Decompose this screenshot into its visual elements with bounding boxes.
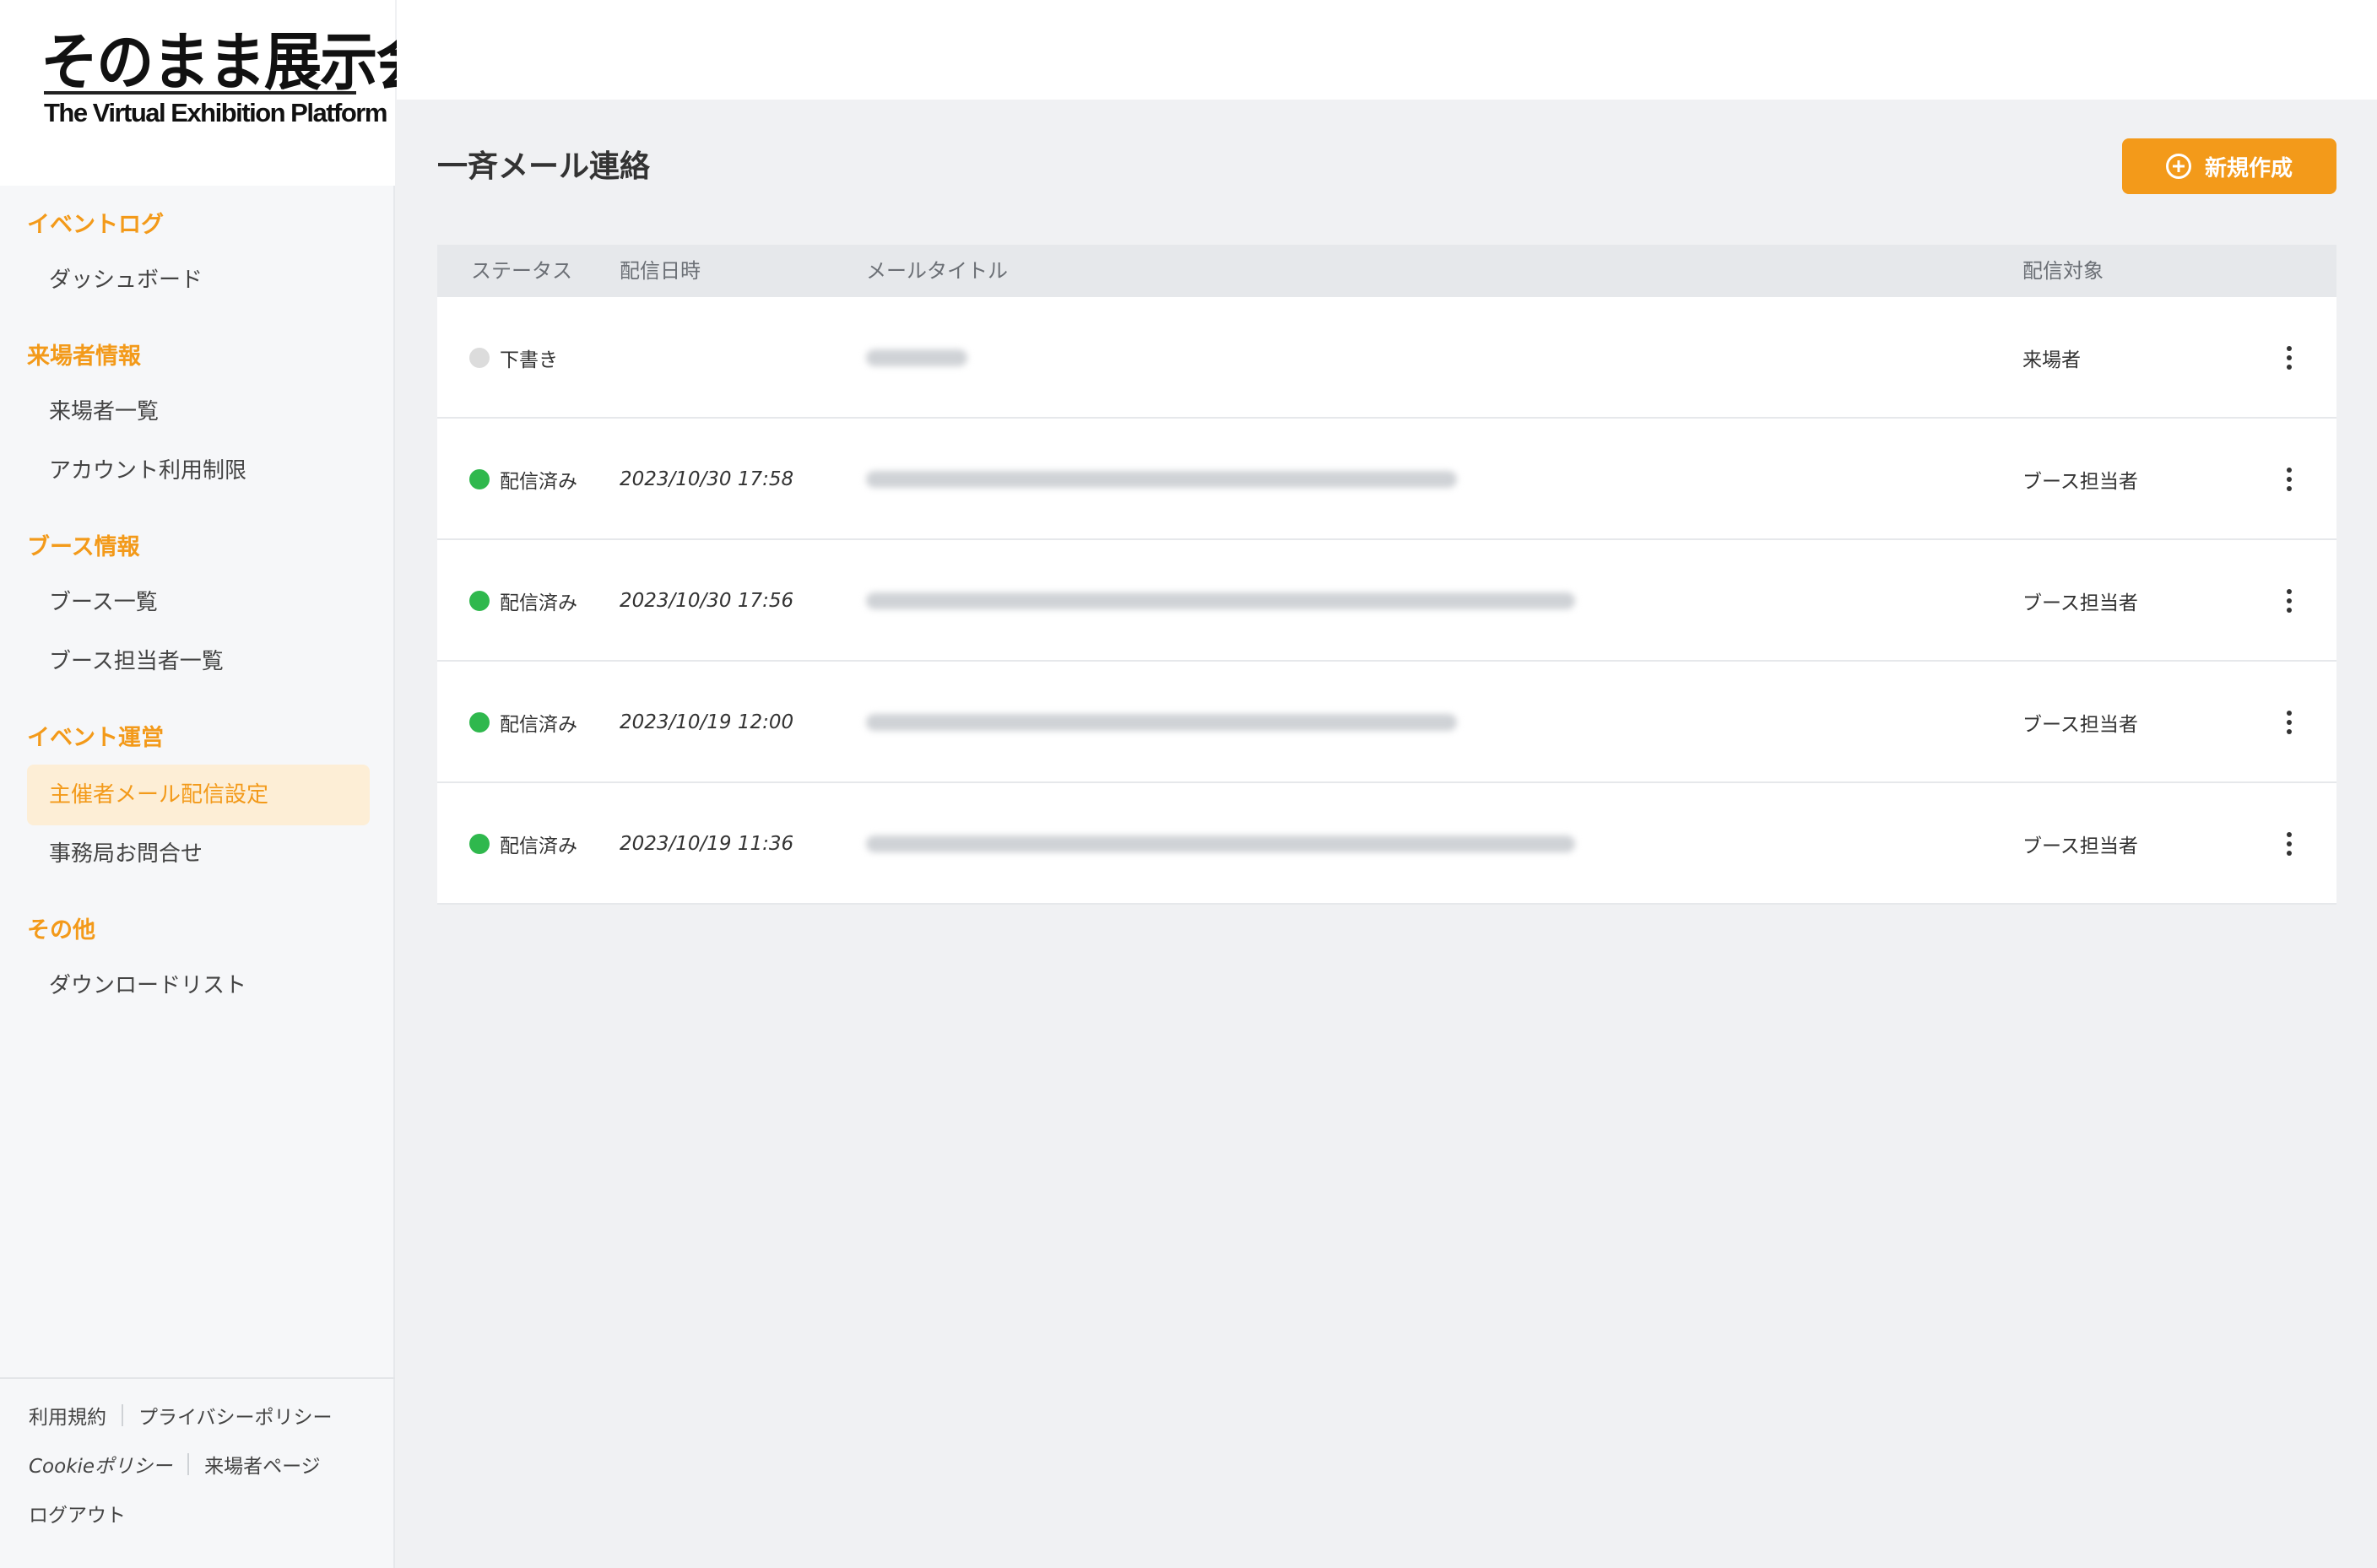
status-dot (469, 348, 490, 368)
target-cell: ブース担当者 (2022, 419, 2138, 540)
sidebar-item-booth-staff-list[interactable]: ブース担当者一覧 (27, 631, 370, 692)
status-cell: 配信済み (469, 419, 577, 540)
status-label: 配信済み (500, 714, 577, 736)
footer-row-3: ログアウト (29, 1499, 126, 1527)
status-dot (469, 591, 490, 611)
sidebar-item-office-inquiry[interactable]: 事務局お問合せ (27, 824, 370, 884)
more-vert-icon[interactable] (2272, 697, 2306, 748)
mail-title-cell[interactable] (866, 297, 967, 419)
page-title: 一斉メール連絡 (437, 149, 651, 184)
sidebar-item-booth-list[interactable]: ブース一覧 (27, 572, 370, 633)
target-label: ブース担当者 (2022, 592, 2138, 614)
column-header-mail-title[interactable]: メールタイトル (866, 245, 1008, 297)
mail-title-blurred (866, 349, 967, 366)
top-bar (397, 0, 2377, 100)
logo[interactable]: そのまま展示会 The Virtual Exhibition Platform (0, 0, 434, 186)
sent-date: 2023/10/30 17:56 (620, 590, 794, 612)
status-cell: 配信済み (469, 662, 577, 783)
column-header-date[interactable]: 配信日時 (620, 245, 701, 297)
sidebar-footer: 利用規約 プライバシーポリシー Cookieポリシー 来場者ページ ログアウト (0, 1377, 395, 1568)
date-cell: 2023/10/30 17:56 (620, 540, 793, 662)
sidebar-item-account-restriction[interactable]: アカウント利用制限 (27, 441, 370, 501)
sidebar: そのまま展示会 The Virtual Exhibition Platform … (0, 0, 434, 1568)
app-root: そのまま展示会 The Virtual Exhibition Platform … (0, 0, 2377, 1568)
mail-title-blurred (866, 471, 1457, 488)
status-label: 配信済み (500, 592, 577, 614)
status-dot (469, 469, 490, 489)
more-vert-icon[interactable] (2272, 454, 2306, 505)
date-cell: 2023/10/19 11:36 (620, 783, 793, 905)
logo-divider (44, 91, 356, 95)
status-label: 下書き (500, 349, 558, 371)
mail-title-blurred (866, 835, 1575, 852)
status-cell: 配信済み (469, 783, 577, 905)
row-menu-cell (2272, 662, 2306, 783)
status-cell: 配信済み (469, 540, 577, 662)
table-row[interactable]: 下書き 来場者 (437, 297, 2336, 419)
mail-table: ステータス 配信日時 メールタイトル 配信対象 下書き 来場者 配信済み 202… (437, 245, 2336, 905)
status-dot (469, 712, 490, 733)
row-menu-cell (2272, 540, 2306, 662)
sidebar-item-download-list[interactable]: ダウンロードリスト (27, 955, 370, 1016)
footer-divider (122, 1404, 123, 1426)
row-menu-cell (2272, 419, 2306, 540)
footer-divider (187, 1453, 190, 1475)
table-row[interactable]: 配信済み 2023/10/30 17:58 ブース担当者 (437, 419, 2336, 540)
mail-title-blurred (866, 714, 1457, 731)
more-vert-icon[interactable] (2272, 333, 2306, 383)
mail-title-cell[interactable] (866, 662, 1457, 783)
status-cell: 下書き (469, 297, 558, 419)
status-dot (469, 834, 490, 854)
nav-section-event-log: イベントログ (27, 212, 164, 238)
table-header: ステータス 配信日時 メールタイトル 配信対象 (437, 245, 2336, 297)
date-cell: 2023/10/19 12:00 (620, 662, 793, 783)
column-header-status[interactable]: ステータス (471, 245, 572, 297)
sidebar-item-visitor-list[interactable]: 来場者一覧 (27, 381, 370, 442)
sent-date: 2023/10/19 11:36 (620, 833, 794, 855)
new-create-button-label: 新規作成 (2204, 155, 2293, 181)
nav-section-other: その他 (27, 917, 95, 944)
cookie-policy-link[interactable]: Cookieポリシー (29, 1450, 172, 1479)
target-cell: ブース担当者 (2022, 783, 2138, 905)
nav-section-event-operation: イベント運営 (27, 725, 164, 751)
logout-link[interactable]: ログアウト (29, 1499, 126, 1527)
new-create-button[interactable]: 新規作成 (2122, 138, 2336, 194)
visitor-page-link[interactable]: 来場者ページ (204, 1450, 321, 1479)
table-row[interactable]: 配信済み 2023/10/30 17:56 ブース担当者 (437, 540, 2336, 662)
sent-date: 2023/10/30 17:58 (620, 468, 794, 490)
target-label: ブース担当者 (2022, 471, 2138, 493)
sent-date: 2023/10/19 12:00 (620, 711, 794, 733)
target-cell: ブース担当者 (2022, 662, 2138, 783)
mail-title-cell[interactable] (866, 540, 1575, 662)
more-vert-icon[interactable] (2272, 819, 2306, 869)
target-label: ブース担当者 (2022, 714, 2138, 736)
terms-link[interactable]: 利用規約 (29, 1401, 106, 1430)
footer-row-2: Cookieポリシー 来場者ページ (29, 1450, 321, 1479)
row-menu-cell (2272, 783, 2306, 905)
mail-title-blurred (866, 592, 1575, 609)
column-header-target[interactable]: 配信対象 (2022, 245, 2104, 297)
mail-title-cell[interactable] (866, 419, 1457, 540)
sidebar-item-dashboard[interactable]: ダッシュボード (27, 250, 370, 311)
logo-subtitle: The Virtual Exhibition Platform (44, 98, 387, 127)
target-cell: 来場者 (2022, 297, 2081, 419)
mail-title-cell[interactable] (866, 783, 1575, 905)
status-label: 配信済み (500, 835, 577, 857)
footer-row-1: 利用規約 プライバシーポリシー (29, 1401, 333, 1430)
plus-circle-icon (2165, 154, 2191, 179)
status-label: 配信済み (500, 471, 577, 493)
table-row[interactable]: 配信済み 2023/10/19 11:36 ブース担当者 (437, 783, 2336, 905)
target-label: 来場者 (2022, 349, 2081, 371)
target-label: ブース担当者 (2022, 835, 2138, 857)
row-menu-cell (2272, 297, 2306, 419)
nav-section-visitor-info: 来場者情報 (27, 343, 141, 370)
privacy-policy-link[interactable]: プライバシーポリシー (138, 1401, 333, 1430)
table-row[interactable]: 配信済み 2023/10/19 12:00 ブース担当者 (437, 662, 2336, 783)
date-cell: 2023/10/30 17:58 (620, 419, 793, 540)
sidebar-item-organizer-mail[interactable]: 主催者メール配信設定 (27, 765, 370, 825)
more-vert-icon[interactable] (2272, 576, 2306, 626)
nav-section-booth-info: ブース情報 (27, 534, 140, 560)
target-cell: ブース担当者 (2022, 540, 2138, 662)
logo-title: そのまま展示会 (41, 26, 434, 99)
